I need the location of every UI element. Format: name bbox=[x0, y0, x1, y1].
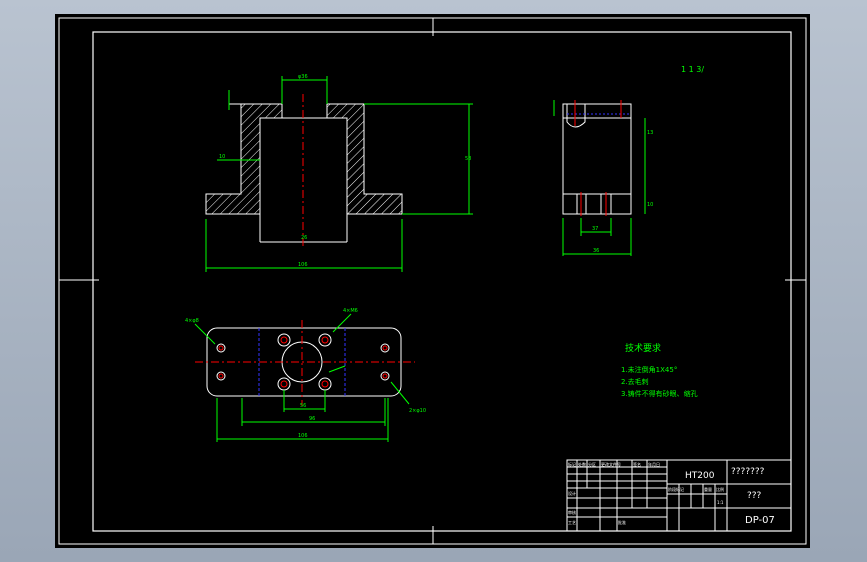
cell-7: 审核 bbox=[568, 509, 576, 515]
cell-9: 批准 bbox=[618, 519, 626, 525]
material-label: HT200 bbox=[685, 471, 715, 481]
dim-side-width: 36 bbox=[593, 248, 599, 254]
dim-side-top: 13 bbox=[647, 130, 653, 136]
roughness-note: 1 1 3/ bbox=[681, 65, 704, 74]
company-label: ??????? bbox=[731, 467, 765, 477]
cell-5: 年月日 bbox=[648, 461, 660, 467]
dim-front-height: 58 bbox=[465, 156, 471, 162]
hole-note-mid: 4×M6 bbox=[343, 308, 358, 314]
scale-value: 1:1 bbox=[717, 500, 724, 505]
side-view: 13 10 37 36 bbox=[553, 100, 653, 256]
tech-req-item-3: 3.铸件不得有砂眼、缩孔 bbox=[621, 389, 698, 398]
dim-plan-span: 96 bbox=[309, 416, 315, 422]
front-section-view: φ36 58 106 26 10 bbox=[205, 74, 473, 272]
cell-12: 比例 bbox=[716, 486, 724, 492]
drawing-sheet: φ36 58 106 26 10 13 10 37 36 1 1 3/ 4×φ8… bbox=[55, 14, 810, 548]
plan-view: 4×φ8 4×M6 2×φ10 56 96 106 bbox=[185, 308, 426, 442]
cell-3: 更改文件号 bbox=[601, 461, 621, 467]
cell-1: 处数 bbox=[578, 461, 586, 467]
cell-8: 工艺 bbox=[568, 520, 576, 525]
tech-req-title: 技术要求 bbox=[625, 342, 661, 354]
part-name-label: ??? bbox=[747, 491, 762, 501]
hole-note-right: 2×φ10 bbox=[409, 408, 426, 414]
hole-note-left: 4×φ8 bbox=[185, 318, 199, 324]
cell-6: 设计 bbox=[568, 490, 576, 496]
dim-plan-center: 56 bbox=[300, 403, 306, 409]
cad-drawing: φ36 58 106 26 10 13 10 37 36 1 1 3/ 4×φ8… bbox=[58, 17, 807, 545]
cell-11: 重量 bbox=[704, 486, 712, 492]
outer-frame bbox=[58, 17, 807, 545]
cell-2: 分区 bbox=[588, 461, 596, 467]
dim-plan-overall: 106 bbox=[298, 433, 308, 439]
dim-front-left: 10 bbox=[219, 154, 225, 160]
dim-front-overall: 106 bbox=[298, 262, 308, 268]
technical-requirements: 技术要求 1.未注倒角1X45° 2.去毛刺 3.铸件不得有砂眼、缩孔 bbox=[621, 342, 698, 398]
inner-frame bbox=[92, 31, 792, 532]
cell-0: 标记 bbox=[568, 461, 576, 467]
drawing-number: DP-07 bbox=[745, 515, 775, 526]
cell-10: 阶段标记 bbox=[668, 486, 684, 492]
dim-side-bottom: 10 bbox=[647, 202, 653, 208]
tech-req-item-2: 2.去毛刺 bbox=[621, 377, 649, 386]
tech-req-item-1: 1.未注倒角1X45° bbox=[621, 365, 677, 374]
dim-front-top: φ36 bbox=[298, 74, 308, 80]
dim-front-bore: 26 bbox=[301, 235, 307, 241]
cell-4: 签名 bbox=[633, 461, 641, 467]
dim-side-slot: 37 bbox=[592, 226, 598, 232]
